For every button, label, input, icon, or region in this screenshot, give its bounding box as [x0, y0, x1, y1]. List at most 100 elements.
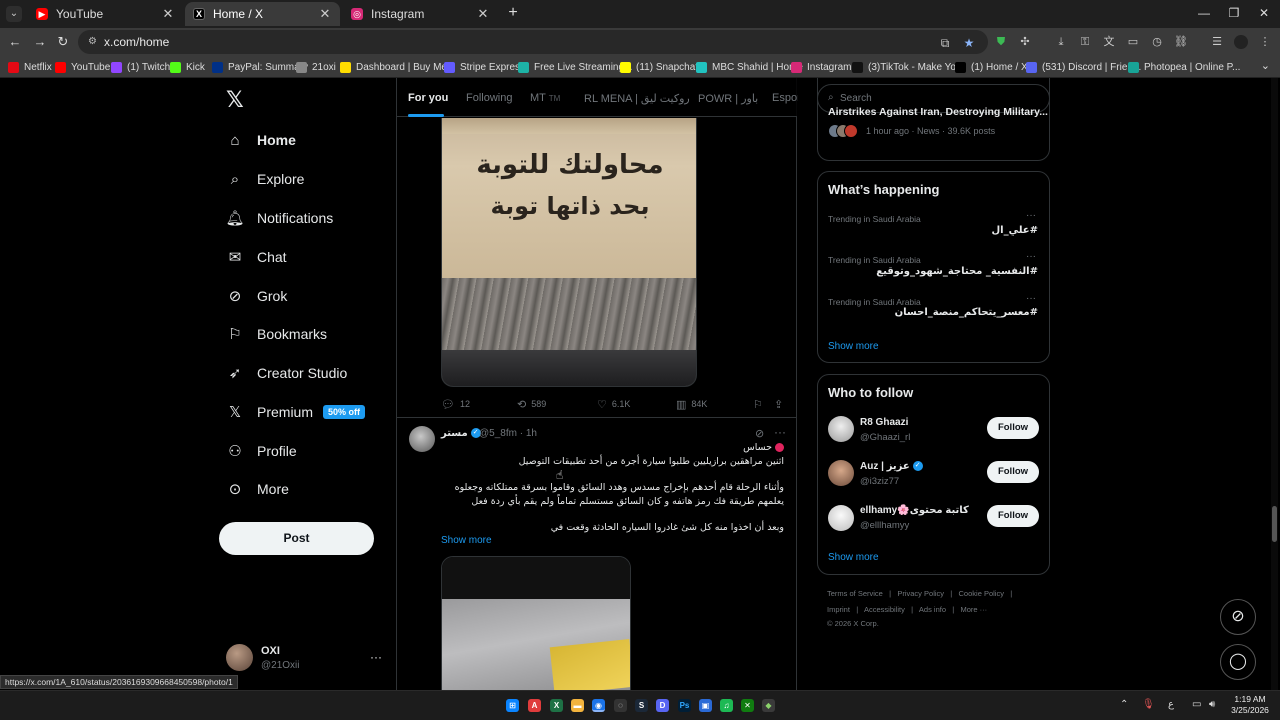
- download-icon[interactable]: ⤓: [1054, 35, 1068, 49]
- translate-icon[interactable]: 文: [1102, 35, 1116, 49]
- kebab-menu-icon[interactable]: ⋮: [1258, 35, 1272, 49]
- follow-button[interactable]: Follow: [987, 461, 1039, 483]
- tab-mt[interactable]: MT TM: [530, 92, 560, 104]
- more-dots-icon[interactable]: ···: [774, 425, 786, 439]
- microphone-icon[interactable]: 🎙︎: [1142, 699, 1155, 710]
- trend-hashtag[interactable]: #النفسية_ محتاجة_شهود_وتوقيع: [876, 266, 1038, 277]
- bookmark-item[interactable]: Photopea | Online P...: [1128, 59, 1240, 75]
- more-dots-icon[interactable]: ···: [370, 650, 382, 664]
- reading-list-icon[interactable]: ☰: [1210, 35, 1224, 49]
- chevron-down-icon[interactable]: ⌄: [1261, 59, 1270, 72]
- volume-icon[interactable]: 🔊︎: [1209, 699, 1215, 710]
- share-button[interactable]: ⇪: [774, 397, 788, 411]
- photoshop-icon[interactable]: Ps: [678, 699, 691, 712]
- card-icon[interactable]: ▭: [1126, 35, 1140, 49]
- bookmark-item[interactable]: (3)TikTok - Make Yo...: [852, 59, 964, 75]
- more-dots-icon[interactable]: ···: [1026, 251, 1036, 262]
- bookmark-item[interactable]: MBC Shahid | Home: [696, 59, 803, 75]
- reload-icon[interactable]: ↻: [55, 34, 71, 50]
- footer-link[interactable]: Accessibility: [864, 605, 905, 614]
- follow-button[interactable]: Follow: [987, 417, 1039, 439]
- window-close-icon[interactable]: ✕: [1254, 6, 1274, 20]
- close-icon[interactable]: ✕: [318, 6, 332, 22]
- x-logo-icon[interactable]: 𝕏: [226, 89, 246, 111]
- bookmark-item[interactable]: Netflix: [8, 59, 52, 75]
- nav-bookmarks[interactable]: ⚐ Bookmarks: [226, 320, 327, 348]
- star-bookmark-icon[interactable]: ★: [962, 36, 976, 50]
- history-icon[interactable]: ◷: [1150, 35, 1164, 49]
- tab-powr[interactable]: POWR | باور: [698, 92, 758, 105]
- author-handle[interactable]: @5_8fm: [479, 428, 517, 439]
- chevron-up-icon[interactable]: ⌃: [1120, 699, 1128, 710]
- follow-button[interactable]: Follow: [987, 505, 1039, 527]
- xbox-icon[interactable]: ✕: [741, 699, 754, 712]
- trend-hashtag[interactable]: #علي_ال: [991, 225, 1038, 236]
- avatar[interactable]: [828, 416, 854, 442]
- nav-premium[interactable]: 𝕏 Premium 50% off: [226, 398, 366, 426]
- bookmark-item[interactable]: Free Live Streaming...: [518, 59, 632, 75]
- tweet-author[interactable]: مستر ✓: [441, 428, 481, 439]
- more-dots-icon[interactable]: ···: [1026, 293, 1036, 304]
- app-icon[interactable]: A: [528, 699, 541, 712]
- nav-profile[interactable]: ⚇ Profile: [226, 437, 296, 465]
- post-button[interactable]: Post: [219, 522, 374, 555]
- trend-hashtag[interactable]: #معسر_يتحاكم_منصة_احسان: [895, 307, 1038, 318]
- footer-more-link[interactable]: More ···: [960, 605, 987, 614]
- extensions-puzzle-icon[interactable]: ✣: [1018, 35, 1032, 49]
- bookmark-item[interactable]: Instagram: [791, 59, 851, 75]
- tab-instagram[interactable]: ◎ Instagram ✕: [343, 2, 498, 26]
- tab-for-you[interactable]: For you: [408, 92, 448, 104]
- show-more-link[interactable]: Show more: [441, 535, 492, 546]
- chat-fab-icon[interactable]: ◯: [1220, 644, 1256, 680]
- show-more-link[interactable]: Show more: [828, 552, 879, 563]
- tab-following[interactable]: Following: [466, 92, 512, 104]
- app-icon[interactable]: ◌: [614, 699, 627, 712]
- footer-link[interactable]: Imprint: [827, 605, 850, 614]
- network-icon[interactable]: ▭: [1192, 699, 1201, 710]
- tab-youtube[interactable]: ▶ YouTube ✕: [28, 2, 183, 26]
- tab-esports[interactable]: Espor: [772, 92, 798, 104]
- footer-link[interactable]: Cookie Policy: [959, 589, 1004, 598]
- nav-notifications[interactable]: 🔔︎ Notifications: [225, 204, 333, 232]
- bookmark-item[interactable]: Stripe Express: [444, 59, 525, 75]
- nav-grok[interactable]: ⊘ Grok: [226, 282, 288, 310]
- system-clock[interactable]: 1:19 AM 3/25/2026: [1226, 694, 1274, 716]
- tab-search-button[interactable]: ⌄: [6, 6, 22, 22]
- password-key-icon[interactable]: ⚿: [1078, 35, 1092, 49]
- tweet-video[interactable]: [441, 556, 631, 690]
- avatar[interactable]: [409, 426, 435, 452]
- bookmark-item[interactable]: Kick: [170, 59, 205, 75]
- discord-icon[interactable]: D: [656, 699, 669, 712]
- install-app-icon[interactable]: ⧉: [938, 36, 952, 51]
- shield-extension-icon[interactable]: ⛊: [994, 35, 1008, 49]
- steam-icon[interactable]: S: [635, 699, 648, 712]
- views-button[interactable]: ▥ 84K: [676, 397, 707, 411]
- input-language[interactable]: ع: [1168, 699, 1174, 710]
- bookmark-button[interactable]: ⚐: [753, 397, 768, 411]
- grok-fab-icon[interactable]: ⊘: [1220, 599, 1256, 635]
- reply-button[interactable]: 💬︎ 12: [441, 397, 470, 411]
- footer-link[interactable]: Terms of Service: [827, 589, 883, 598]
- bookmark-item[interactable]: Dashboard | Buy Me...: [340, 59, 455, 75]
- like-button[interactable]: ♡ 6.1K: [597, 397, 630, 411]
- address-bar[interactable]: ⚙ x.com/home ⧉ ★: [78, 30, 988, 54]
- bookmark-item[interactable]: (1) Home / X: [955, 59, 1028, 75]
- site-info-icon[interactable]: ⚙: [88, 36, 100, 48]
- tab-rl-mena[interactable]: RL MENA | روكيت ليق: [584, 92, 690, 105]
- footer-link[interactable]: Ads info: [919, 605, 946, 614]
- minimize-icon[interactable]: —: [1194, 6, 1214, 20]
- scrollbar-track[interactable]: [1271, 78, 1278, 690]
- nav-creator-studio[interactable]: ➶ Creator Studio: [226, 359, 348, 387]
- bookmark-item[interactable]: PayPal: Summary: [212, 59, 308, 75]
- restore-icon[interactable]: ❐: [1224, 6, 1244, 20]
- follow-suggestion-name[interactable]: Auz | عزيز ✓: [860, 461, 923, 472]
- close-icon[interactable]: ✕: [476, 6, 490, 22]
- profile-avatar-icon[interactable]: [1234, 35, 1248, 49]
- tweet-image[interactable]: محاولتك للتوبة بحد ذاتها توبة: [441, 118, 697, 387]
- forward-arrow-icon[interactable]: →: [32, 34, 48, 50]
- spotify-icon[interactable]: ♫: [720, 699, 733, 712]
- follow-suggestion-name[interactable]: ellhamy🌸كاتبة محتوى: [860, 505, 969, 516]
- tweet-time[interactable]: 1h: [526, 428, 537, 439]
- new-tab-button[interactable]: +: [505, 5, 521, 21]
- avatar[interactable]: [828, 505, 854, 531]
